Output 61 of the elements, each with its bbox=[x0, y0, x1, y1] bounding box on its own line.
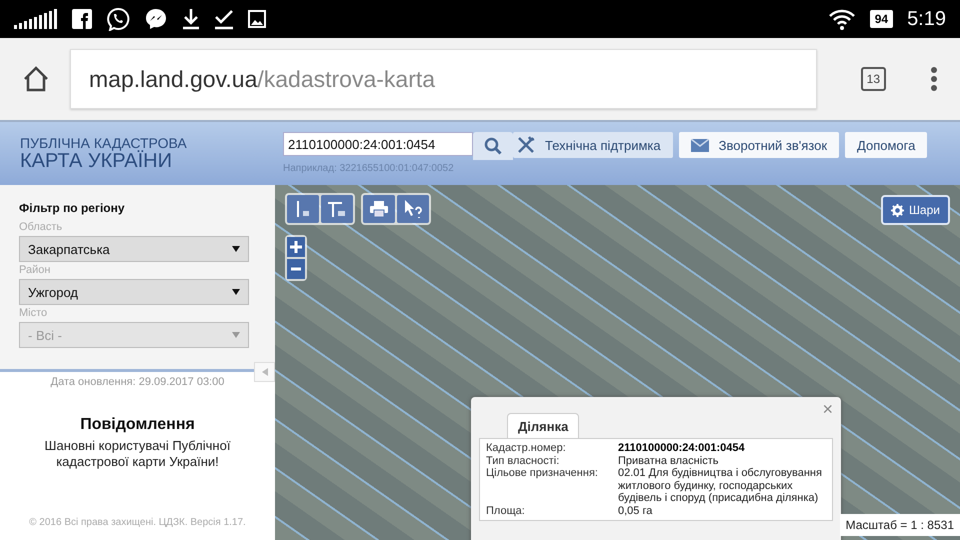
menu-icon[interactable] bbox=[930, 66, 938, 92]
header-button[interactable]: Зворотний зв'язок bbox=[678, 132, 840, 158]
header-button[interactable]: Технічна підтримка bbox=[513, 132, 673, 158]
phone-bubble-icon bbox=[106, 7, 130, 31]
field-label: Область bbox=[19, 221, 64, 233]
signal-icon bbox=[14, 9, 58, 29]
battery-indicator: 94 bbox=[870, 10, 894, 28]
property-label: Площа: bbox=[486, 504, 526, 517]
measure-distance-button[interactable] bbox=[287, 195, 319, 223]
update-date: Дата оновлення: 29.09.2017 03:00 bbox=[50, 376, 224, 388]
tab-count-button[interactable]: 13 bbox=[860, 67, 886, 91]
image-icon bbox=[248, 10, 266, 28]
caret-icon bbox=[232, 246, 240, 252]
field-label: Місто bbox=[19, 307, 48, 319]
field-label: Район bbox=[19, 264, 52, 276]
zoom-in-button[interactable] bbox=[287, 237, 305, 257]
property-value: 2110100000:24:001:0454 bbox=[618, 442, 746, 454]
copyright-text: © 2016 Всі права захищені. ЦДЗК. Версія 1.17. bbox=[29, 517, 246, 528]
download-icon bbox=[182, 8, 200, 30]
property-value: 02.01 Для будівництва і обслуговування житлового будинку, господарських будівель і споруд (присадибна ділянка) bbox=[618, 467, 823, 504]
left-arrow-icon bbox=[262, 368, 268, 376]
tools-icon bbox=[517, 136, 535, 154]
caret-icon bbox=[232, 289, 240, 295]
search-button[interactable] bbox=[473, 132, 513, 160]
notice-title: Повідомлення bbox=[80, 416, 195, 434]
zoom-out-button[interactable] bbox=[287, 259, 305, 279]
identify-button[interactable] bbox=[397, 195, 429, 223]
header-button[interactable]: Допомога bbox=[845, 132, 928, 158]
property-label: Цільове призначення: bbox=[486, 467, 599, 481]
map-scale: Масштаб = 1 : 8531 bbox=[840, 514, 960, 536]
plus-icon bbox=[290, 241, 302, 253]
print-button[interactable] bbox=[363, 195, 395, 223]
cursor-question-icon bbox=[403, 199, 423, 219]
site-title: КАРТА УКРАЇНИ bbox=[20, 151, 172, 171]
search-field[interactable]: 2110100000:24:001:0454 bbox=[283, 132, 473, 156]
minus-icon bbox=[291, 267, 301, 271]
wifi-icon bbox=[828, 8, 856, 30]
address-bar[interactable]: map.land.gov.ua/kadastrova-karta bbox=[70, 49, 817, 109]
measure-area-button[interactable] bbox=[321, 195, 353, 223]
site-title: ПУБЛІЧНА КАДАСТРОВА bbox=[20, 135, 188, 151]
facebook-icon bbox=[72, 9, 92, 29]
envelope-icon bbox=[690, 138, 709, 152]
layers-button[interactable]: Шари bbox=[880, 195, 950, 225]
property-label: Тип власності: bbox=[486, 454, 560, 467]
property-value: Приватна власність bbox=[618, 454, 720, 467]
property-label: Кадастр.номер: bbox=[486, 442, 567, 454]
popup-tab[interactable]: Ділянка bbox=[507, 413, 580, 438]
search-icon bbox=[484, 137, 502, 155]
filter-title: Фільтр по регіону bbox=[19, 201, 126, 215]
clock-time: 5:19 bbox=[907, 8, 946, 30]
area-line-icon bbox=[327, 199, 347, 219]
chat-bubble-icon bbox=[144, 7, 168, 31]
caret-icon bbox=[232, 332, 240, 338]
printer-icon bbox=[370, 201, 388, 217]
gear-icon bbox=[890, 204, 904, 216]
dropdown[interactable]: Ужгород bbox=[19, 279, 249, 305]
home-icon[interactable] bbox=[22, 65, 50, 93]
checkmark-icon bbox=[214, 8, 234, 30]
dropdown[interactable]: Закарпатська bbox=[19, 236, 249, 262]
property-value: 0,05 га bbox=[618, 504, 654, 517]
notice-text: Шановні користувачі Публічної кадастрової карти України! bbox=[44, 438, 232, 470]
